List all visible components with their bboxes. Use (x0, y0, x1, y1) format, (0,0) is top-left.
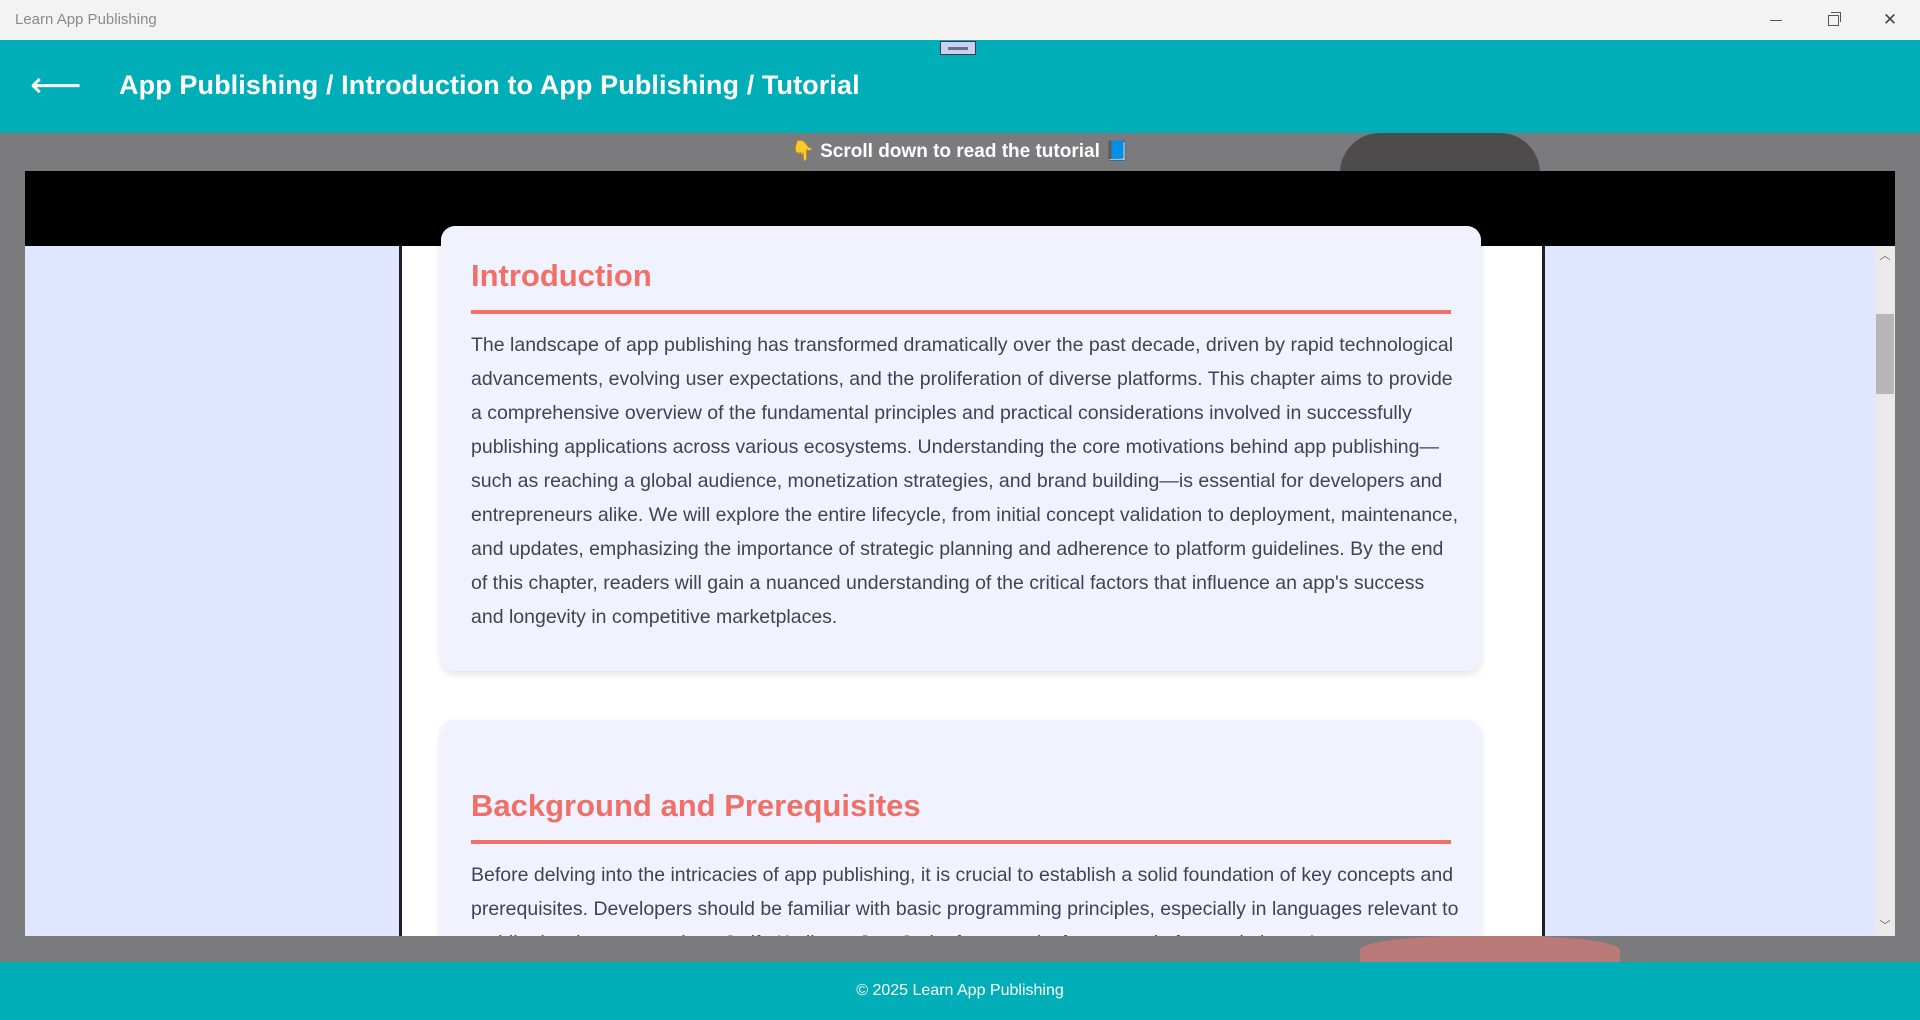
close-button[interactable]: ✕ (1862, 0, 1918, 40)
scrollbar-thumb[interactable] (1876, 314, 1894, 394)
tutorial-frame: Introduction The landscape of app publis… (25, 171, 1895, 936)
window-title-bar: Learn App Publishing ✕ (0, 0, 1920, 40)
section-body: Before delving into the intricacies of a… (471, 864, 1459, 936)
vertical-scrollbar[interactable]: ︿ ﹀ (1875, 246, 1895, 936)
close-icon: ✕ (1882, 10, 1898, 30)
heading-underline (471, 310, 1451, 314)
back-button[interactable]: ⟵ (30, 64, 82, 114)
minimize-button[interactable] (1748, 0, 1804, 40)
footer: © 2025 Learn App Publishing (0, 962, 1920, 1020)
section-card-background: Background and Prerequisites Before delv… (441, 720, 1481, 936)
breadcrumb: App Publishing / Introduction to App Pub… (119, 70, 860, 100)
maximize-button[interactable] (1805, 0, 1861, 40)
restore-icon (1827, 11, 1841, 26)
section-card-introduction: Introduction The landscape of app publis… (441, 226, 1481, 671)
section-heading: Background and Prerequisites (471, 788, 921, 823)
section-body: The landscape of app publishing has tran… (471, 334, 1459, 628)
background-image-bottom (1360, 935, 1620, 965)
window-title: Learn App Publishing (15, 11, 157, 28)
heading-underline (471, 840, 1451, 844)
scroll-up-icon[interactable]: ︿ (1875, 248, 1895, 264)
tutorial-page[interactable]: Introduction The landscape of app publis… (399, 226, 1545, 936)
scroll-down-icon[interactable]: ﹀ (1875, 918, 1895, 934)
back-arrow-icon: ⟵ (30, 65, 82, 106)
minimize-icon (1770, 19, 1782, 21)
drag-handle[interactable] (940, 41, 976, 55)
scroll-hint: 👇 Scroll down to read the tutorial 📘 (791, 141, 1129, 162)
section-heading: Introduction (471, 258, 652, 293)
